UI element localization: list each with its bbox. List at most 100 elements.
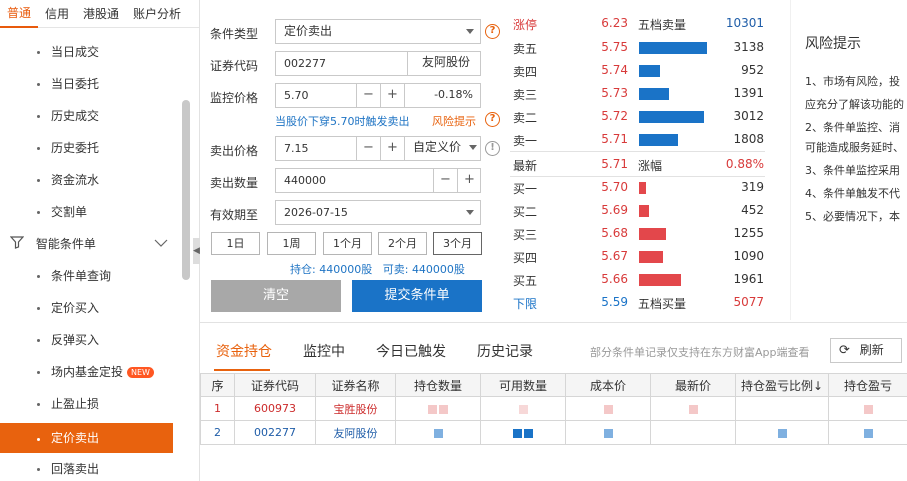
column-header[interactable]: 持仓数量	[395, 373, 481, 397]
bid-volume-bar	[639, 205, 649, 217]
column-header[interactable]: 成本价	[565, 373, 651, 397]
ask-price: 5.73	[601, 86, 628, 100]
sidebar-item-pullback-sell[interactable]: 回落卖出	[0, 453, 188, 481]
tab-hk-connect[interactable]: 港股通	[76, 0, 126, 28]
increase-button[interactable]: +	[457, 169, 481, 192]
bullet-icon	[37, 275, 40, 278]
column-header[interactable]: 证券代码	[234, 373, 316, 397]
bid-price: 5.70	[601, 180, 628, 194]
period-3month-button[interactable]: 3个月	[433, 232, 482, 255]
condition-type-select[interactable]: 定价卖出	[275, 19, 481, 44]
refresh-button[interactable]: ⟳ 刷新	[830, 338, 902, 363]
sidebar-scrollbar[interactable]	[182, 100, 190, 280]
bid-level-label: 买三	[513, 228, 538, 242]
holdings-table: 序 证券代码 证券名称 持仓数量 可用数量 成本价 最新价 持仓盈亏比例↓ 持仓…	[200, 373, 907, 445]
table-header: 序 证券代码 证券名称 持仓数量 可用数量 成本价 最新价 持仓盈亏比例↓ 持仓…	[200, 373, 907, 397]
tab-holdings[interactable]: 资金持仓	[216, 341, 272, 361]
ask-volume-bar	[639, 134, 678, 146]
submit-order-button[interactable]: 提交条件单	[352, 280, 482, 312]
period-1month-button[interactable]: 1个月	[323, 232, 372, 255]
sidebar-item-today-deals[interactable]: 当日成交	[0, 36, 188, 68]
ask-volume: 1808	[733, 132, 764, 146]
bullet-icon	[37, 307, 40, 310]
sidebar-item-price-sell[interactable]: 定价卖出	[0, 423, 173, 453]
price-mode-select[interactable]: 自定义价	[404, 136, 481, 161]
decrease-button[interactable]: −	[433, 169, 457, 192]
help-icon[interactable]: ?	[485, 24, 500, 39]
sidebar-menu: 当日成交 当日委托 历史成交 历史委托 资金流水 交割单 智能条件单 条件单查询…	[0, 36, 188, 481]
monitor-price-input[interactable]: 5.70 − + -0.18%	[275, 83, 481, 108]
period-1day-button[interactable]: 1日	[211, 232, 260, 255]
stock-name: 友阿股份	[407, 51, 470, 76]
info-icon[interactable]: !	[485, 141, 500, 156]
risk-line: 应充分了解该功能的	[805, 98, 904, 111]
bid-volume-bar	[639, 251, 663, 263]
filter-funnel-icon	[9, 229, 25, 261]
sidebar-item-price-buy[interactable]: 定价买入	[0, 292, 188, 324]
sell-qty-input[interactable]: 440000 − +	[275, 168, 481, 193]
column-header[interactable]: 可用数量	[480, 373, 566, 397]
bullet-icon	[37, 339, 40, 342]
valid-until-select[interactable]: 2026-07-15	[275, 200, 481, 225]
row-name: 宝胜股份	[315, 396, 396, 421]
tab-triggered-today[interactable]: 今日已触发	[376, 341, 446, 361]
clear-button[interactable]: 清空	[211, 280, 341, 312]
ask-row[interactable]: 卖三 5.73 1391	[510, 82, 770, 104]
sell-price-label: 卖出价格	[210, 144, 259, 158]
stock-code-input[interactable]: 002277 友阿股份	[275, 51, 481, 76]
ask-price: 5.71	[601, 132, 628, 146]
sidebar-item-today-orders[interactable]: 当日委托	[0, 68, 188, 100]
bid-row[interactable]: 买二 5.69 452	[510, 199, 770, 221]
bid-row[interactable]: 买三 5.68 1255	[510, 222, 770, 244]
decrease-button[interactable]: −	[356, 84, 380, 107]
app-only-note: 部分条件单记录仅支持在东方财富App端查看	[590, 346, 810, 359]
ask-row[interactable]: 卖二 5.72 3012	[510, 105, 770, 127]
refresh-icon: ⟳	[839, 343, 850, 358]
column-header[interactable]: 序	[200, 373, 235, 397]
column-header[interactable]: 持仓盈亏	[828, 373, 907, 397]
tab-monitoring[interactable]: 监控中	[303, 341, 345, 361]
tab-history[interactable]: 历史记录	[477, 341, 533, 361]
sidebar-item-order-query[interactable]: 条件单查询	[0, 260, 188, 292]
sidebar-item-stop-profit-loss[interactable]: 止盈止损	[0, 388, 188, 420]
last-price-row: 最新 5.71 涨幅 0.88%	[513, 157, 764, 173]
increase-button[interactable]: +	[380, 84, 404, 107]
tab-credit[interactable]: 信用	[38, 0, 76, 28]
sidebar-item-history-deals[interactable]: 历史成交	[0, 100, 188, 132]
sidebar-item-settlement[interactable]: 交割单	[0, 196, 188, 228]
available-value: 440000股	[411, 263, 465, 276]
risk-warning-link[interactable]: 风险提示	[432, 113, 476, 129]
ask-row[interactable]: 卖五 5.75 3138	[510, 36, 770, 58]
active-tab-indicator	[214, 369, 270, 371]
bid-row[interactable]: 买四 5.67 1090	[510, 245, 770, 267]
ask-row[interactable]: 卖一 5.71 1808	[510, 128, 770, 150]
bid-volume: 452	[741, 203, 764, 217]
table-row[interactable]: 2 002277 友阿股份	[200, 420, 907, 445]
holdings-value: 440000股	[319, 263, 373, 276]
tab-account-analysis[interactable]: 账户分析	[126, 0, 188, 28]
sidebar-group-smart-orders[interactable]: 智能条件单	[0, 228, 188, 260]
column-header[interactable]: 最新价	[650, 373, 736, 397]
sidebar-item-history-orders[interactable]: 历史委托	[0, 132, 188, 164]
increase-button[interactable]: +	[380, 137, 404, 160]
decrease-button[interactable]: −	[356, 137, 380, 160]
bid-row[interactable]: 买一 5.70 319	[510, 176, 770, 198]
period-1week-button[interactable]: 1周	[267, 232, 316, 255]
column-header[interactable]: 持仓盈亏比例↓	[735, 373, 829, 397]
sidebar-item-rebound-buy[interactable]: 反弹买入	[0, 324, 188, 356]
bid-volume: 1961	[733, 272, 764, 286]
ask-row[interactable]: 卖四 5.74 952	[510, 59, 770, 81]
column-header[interactable]: 证券名称	[315, 373, 396, 397]
sidebar-item-fund-dca[interactable]: 场内基金定投 NEW	[0, 356, 188, 388]
obscured-cell	[828, 420, 907, 445]
monitor-change-percent: -0.18%	[404, 83, 481, 108]
collapse-sidebar-handle[interactable]: ◀	[193, 238, 200, 264]
help-icon[interactable]: ?	[485, 112, 500, 127]
bid-row[interactable]: 买五 5.66 1961	[510, 268, 770, 290]
table-row[interactable]: 1 600973 宝胜股份	[200, 396, 907, 421]
condition-type-label: 条件类型	[210, 27, 259, 41]
sell-price-input[interactable]: 7.15 − + 自定义价	[275, 136, 481, 161]
sidebar-item-fund-flow[interactable]: 资金流水	[0, 164, 188, 196]
period-2month-button[interactable]: 2个月	[378, 232, 427, 255]
tab-normal[interactable]: 普通	[0, 0, 39, 28]
